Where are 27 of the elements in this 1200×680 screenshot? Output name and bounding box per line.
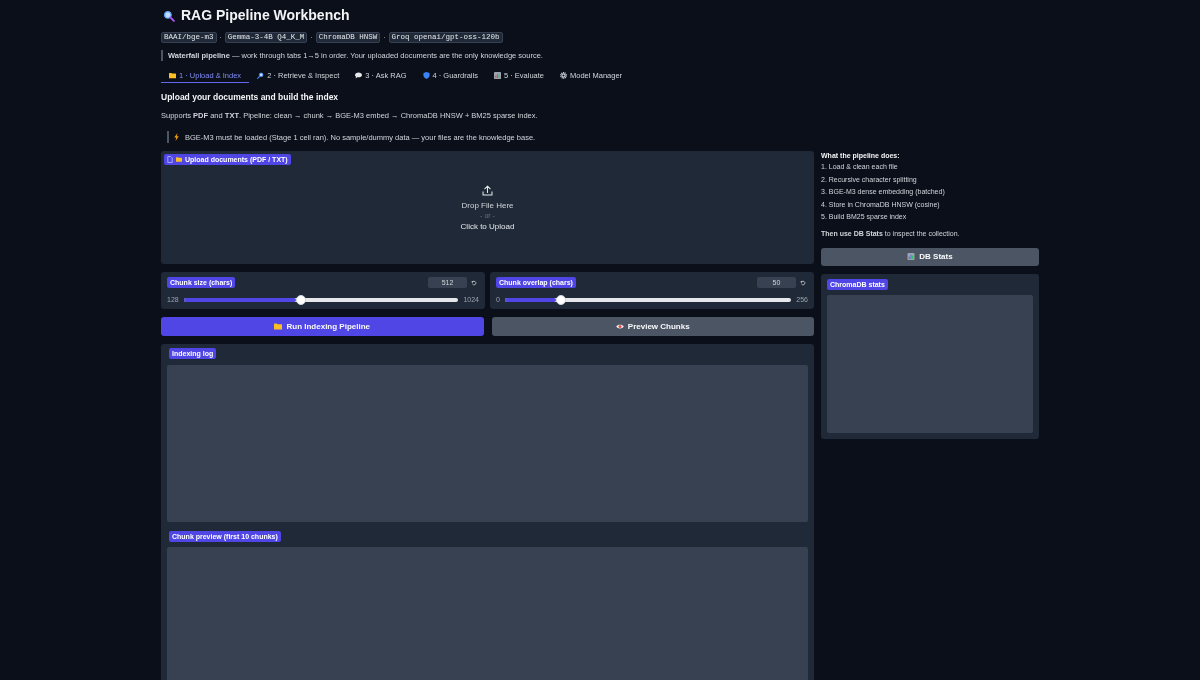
reset-icon[interactable]	[800, 279, 806, 286]
db-stats-button[interactable]: DB Stats	[821, 247, 1039, 266]
slider-handle[interactable]	[296, 294, 307, 305]
speech-bubble-icon	[355, 71, 363, 79]
click-to-upload-text[interactable]: Click to Upload	[460, 221, 515, 233]
slider-handle[interactable]	[555, 294, 566, 305]
action-button[interactable]: Preview Chunks	[491, 317, 814, 336]
gear-icon	[560, 71, 567, 79]
upload-icon	[482, 185, 493, 196]
folder-icon	[176, 156, 182, 163]
slider-track[interactable]	[504, 297, 792, 302]
section-heading: Upload your documents and build the index	[161, 91, 340, 103]
search-icon	[257, 71, 265, 79]
drop-text: Drop File Here	[461, 201, 514, 211]
lightning-icon	[174, 133, 179, 141]
file-icon	[167, 156, 173, 163]
bar-chart-icon	[493, 71, 501, 79]
folder-icon	[169, 71, 176, 79]
app-title: RAG Pipeline Workbench	[181, 7, 350, 24]
reset-icon[interactable]	[471, 279, 477, 286]
eye-icon	[615, 323, 624, 330]
folder-icon	[274, 323, 283, 330]
slider-track[interactable]	[183, 297, 459, 302]
action-button[interactable]: Run Indexing Pipeline	[161, 317, 484, 336]
bar-chart-icon	[907, 253, 916, 260]
search-icon	[163, 9, 175, 22]
shield-icon	[422, 71, 430, 79]
